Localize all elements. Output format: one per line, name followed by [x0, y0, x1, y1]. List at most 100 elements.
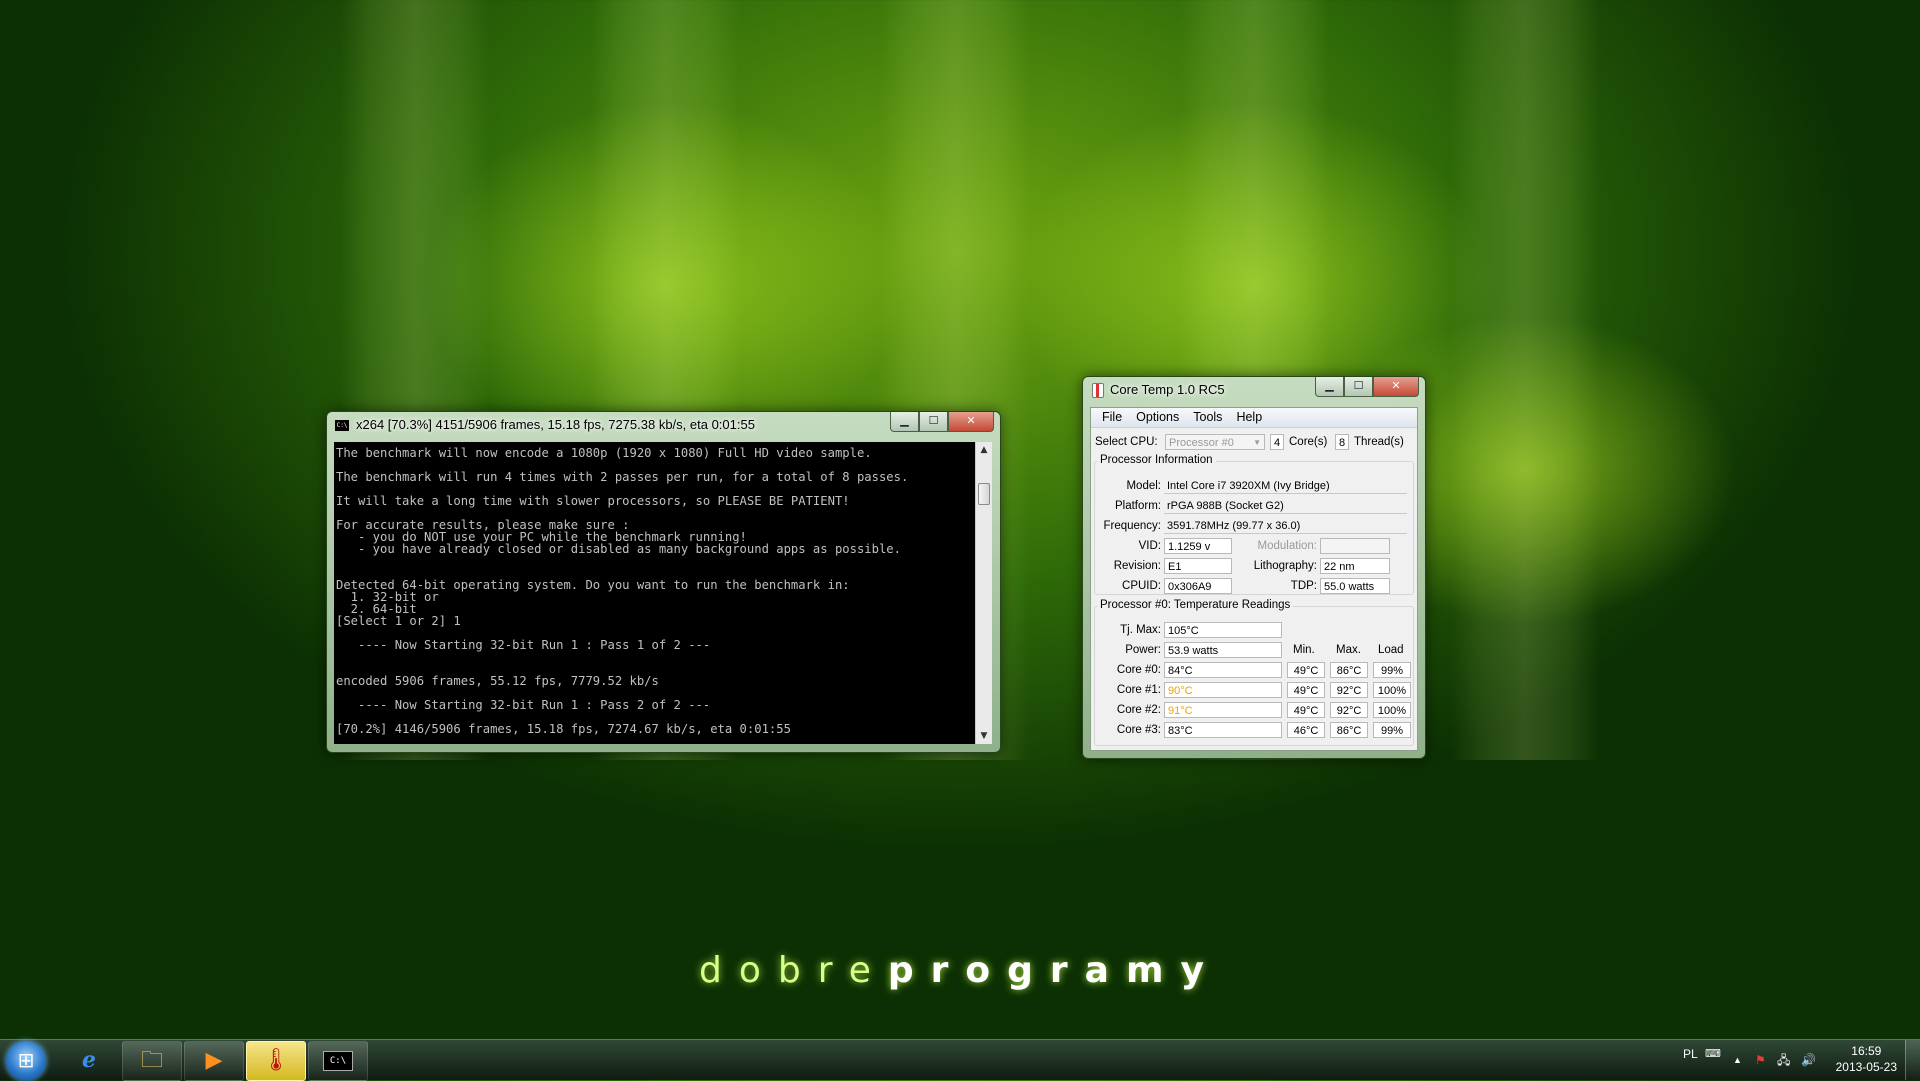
scroll-down-arrow-icon[interactable]: ▼ — [976, 728, 992, 744]
volume-icon[interactable]: 🔊 — [1801, 1040, 1816, 1080]
core-max-value: 92°C — [1330, 682, 1368, 698]
core-max-value: 86°C — [1330, 662, 1368, 678]
threads-label: Thread(s) — [1354, 436, 1404, 448]
internet-explorer-icon: e — [82, 1047, 96, 1073]
console-app-icon: C:\ — [335, 420, 349, 431]
taskbar-media-player[interactable]: ▶ — [184, 1041, 244, 1081]
close-button[interactable]: ✕ — [1373, 377, 1419, 397]
menu-options[interactable]: Options — [1129, 408, 1186, 427]
core-max-value: 92°C — [1330, 702, 1368, 718]
core-temp-value: 91°C — [1164, 702, 1282, 718]
frequency-label: Frequency: — [1103, 520, 1161, 532]
wallpaper-light-pillar — [1450, 0, 1600, 760]
modulation-value — [1320, 538, 1390, 554]
cores-label: Core(s) — [1289, 436, 1328, 448]
revision-label: Revision: — [1113, 560, 1161, 572]
menu-file[interactable]: File — [1095, 408, 1129, 427]
chevron-down-icon: ▼ — [1253, 438, 1261, 447]
min-column-header: Min. — [1293, 644, 1315, 656]
core-load-value: 100% — [1373, 702, 1411, 718]
console-scrollbar[interactable]: ▲ ▼ — [975, 442, 992, 744]
clock-date: 2013-05-23 — [1835, 1060, 1897, 1074]
console-title: x264 [70.3%] 4151/5906 frames, 15.18 fps… — [356, 417, 755, 432]
tdp-label: TDP: — [1290, 580, 1317, 592]
model-value: Intel Core i7 3920XM (Ivy Bridge) — [1164, 478, 1407, 494]
menu-bar: File Options Tools Help — [1091, 408, 1417, 428]
core-label: Core #2: — [1116, 704, 1161, 716]
core-label: Core #0: — [1116, 664, 1161, 676]
cpuid-value: 0x306A9 — [1164, 578, 1232, 594]
network-icon[interactable]: 🖧 — [1777, 1040, 1790, 1080]
core-min-value: 49°C — [1287, 682, 1325, 698]
core-temp-value: 90°C — [1164, 682, 1282, 698]
start-button[interactable]: ⊞ — [6, 1041, 46, 1081]
power-value: 53.9 watts — [1164, 642, 1282, 658]
show-hidden-icons-icon[interactable]: ▲ — [1733, 1040, 1742, 1080]
wallpaper-brand-logo: dobreprogramy — [699, 950, 1221, 991]
keyboard-icon[interactable]: ⌨ — [1705, 1040, 1721, 1080]
tjmax-value: 105°C — [1164, 622, 1282, 638]
core-load-value: 99% — [1373, 722, 1411, 738]
console-line: The benchmark will run 4 times with 2 pa… — [336, 470, 909, 484]
coretemp-client-area: File Options Tools Help Select CPU: Proc… — [1090, 407, 1418, 751]
coretemp-titlebar[interactable]: Core Temp 1.0 RC5 ▁ ☐ ✕ — [1083, 377, 1425, 403]
lithography-label: Lithography: — [1253, 560, 1317, 572]
scroll-thumb[interactable] — [978, 483, 990, 505]
media-player-icon: ▶ — [205, 1048, 223, 1073]
menu-help[interactable]: Help — [1229, 408, 1269, 427]
console-output[interactable]: The benchmark will now encode a 1080p (1… — [334, 442, 976, 744]
minimize-button[interactable]: ▁ — [890, 412, 919, 432]
lithography-value: 22 nm — [1320, 558, 1390, 574]
select-cpu-dropdown[interactable]: Processor #0 ▼ — [1165, 434, 1265, 450]
clock[interactable]: 16:59 2013-05-23 — [1836, 1043, 1897, 1075]
coretemp-app-icon — [1092, 383, 1104, 398]
taskbar-file-explorer[interactable]: 🗀 — [122, 1041, 182, 1081]
core-min-value: 49°C — [1287, 702, 1325, 718]
max-column-header: Max. — [1336, 644, 1361, 656]
taskbar: ⊞ e 🗀 ▶ 🌡 C:\ PL ⌨ ▲ ⚑ 🖧 🔊 16:59 2013-05… — [0, 1039, 1920, 1081]
console-line: It will take a long time with slower pro… — [336, 494, 850, 508]
coretemp-window[interactable]: Core Temp 1.0 RC5 ▁ ☐ ✕ File Options Too… — [1082, 376, 1426, 759]
console-line: ---- Now Starting 32-bit Run 1 : Pass 2 … — [336, 698, 711, 712]
cpuid-label: CPUID: — [1122, 580, 1161, 592]
select-cpu-label: Select CPU: — [1095, 436, 1158, 448]
cores-count: 4 — [1270, 434, 1284, 450]
modulation-label: Modulation: — [1257, 540, 1317, 552]
console-line: The benchmark will now encode a 1080p (1… — [336, 446, 872, 460]
taskbar-internet-explorer[interactable]: e — [60, 1041, 118, 1079]
coretemp-title: Core Temp 1.0 RC5 — [1110, 382, 1225, 397]
maximize-button[interactable]: ☐ — [1344, 377, 1373, 397]
close-button[interactable]: ✕ — [948, 412, 994, 432]
clock-time: 16:59 — [1851, 1044, 1882, 1058]
platform-value: rPGA 988B (Socket G2) — [1164, 498, 1407, 514]
action-center-flag-icon[interactable]: ⚑ — [1755, 1040, 1766, 1080]
core-max-value: 86°C — [1330, 722, 1368, 738]
vid-value: 1.1259 v — [1164, 538, 1232, 554]
console-titlebar[interactable]: C:\ x264 [70.3%] 4151/5906 frames, 15.18… — [327, 412, 1000, 438]
core-load-value: 100% — [1373, 682, 1411, 698]
maximize-button[interactable]: ☐ — [919, 412, 948, 432]
taskbar-command-prompt[interactable]: C:\ — [308, 1041, 368, 1081]
console-line: ---- Now Starting 32-bit Run 1 : Pass 1 … — [336, 638, 711, 652]
core-temp-value: 84°C — [1164, 662, 1282, 678]
console-line: [Select 1 or 2] 1 — [336, 614, 461, 628]
desktop: { "wallpaper": { "brand_light": "dobre",… — [0, 0, 1920, 1081]
power-label: Power: — [1125, 644, 1161, 656]
menu-tools[interactable]: Tools — [1186, 408, 1229, 427]
taskbar-coretemp[interactable]: 🌡 — [246, 1041, 306, 1081]
console-window[interactable]: C:\ x264 [70.3%] 4151/5906 frames, 15.18… — [326, 411, 1001, 753]
platform-label: Platform: — [1114, 500, 1161, 512]
tdp-value: 55.0 watts — [1320, 578, 1390, 594]
console-line: 1. 32-bit or — [336, 590, 439, 604]
language-indicator[interactable]: PL — [1683, 1040, 1698, 1080]
core-label: Core #3: — [1116, 724, 1161, 736]
core-min-value: 49°C — [1287, 662, 1325, 678]
windows-logo-icon: ⊞ — [17, 1048, 35, 1072]
revision-value: E1 — [1164, 558, 1232, 574]
minimize-button[interactable]: ▁ — [1315, 377, 1344, 397]
vid-label: VID: — [1138, 540, 1161, 552]
coretemp-app-icon: 🌡 — [262, 1048, 290, 1073]
show-desktop-button[interactable] — [1905, 1040, 1920, 1080]
tjmax-label: Tj. Max: — [1120, 624, 1161, 636]
scroll-up-arrow-icon[interactable]: ▲ — [976, 442, 992, 458]
